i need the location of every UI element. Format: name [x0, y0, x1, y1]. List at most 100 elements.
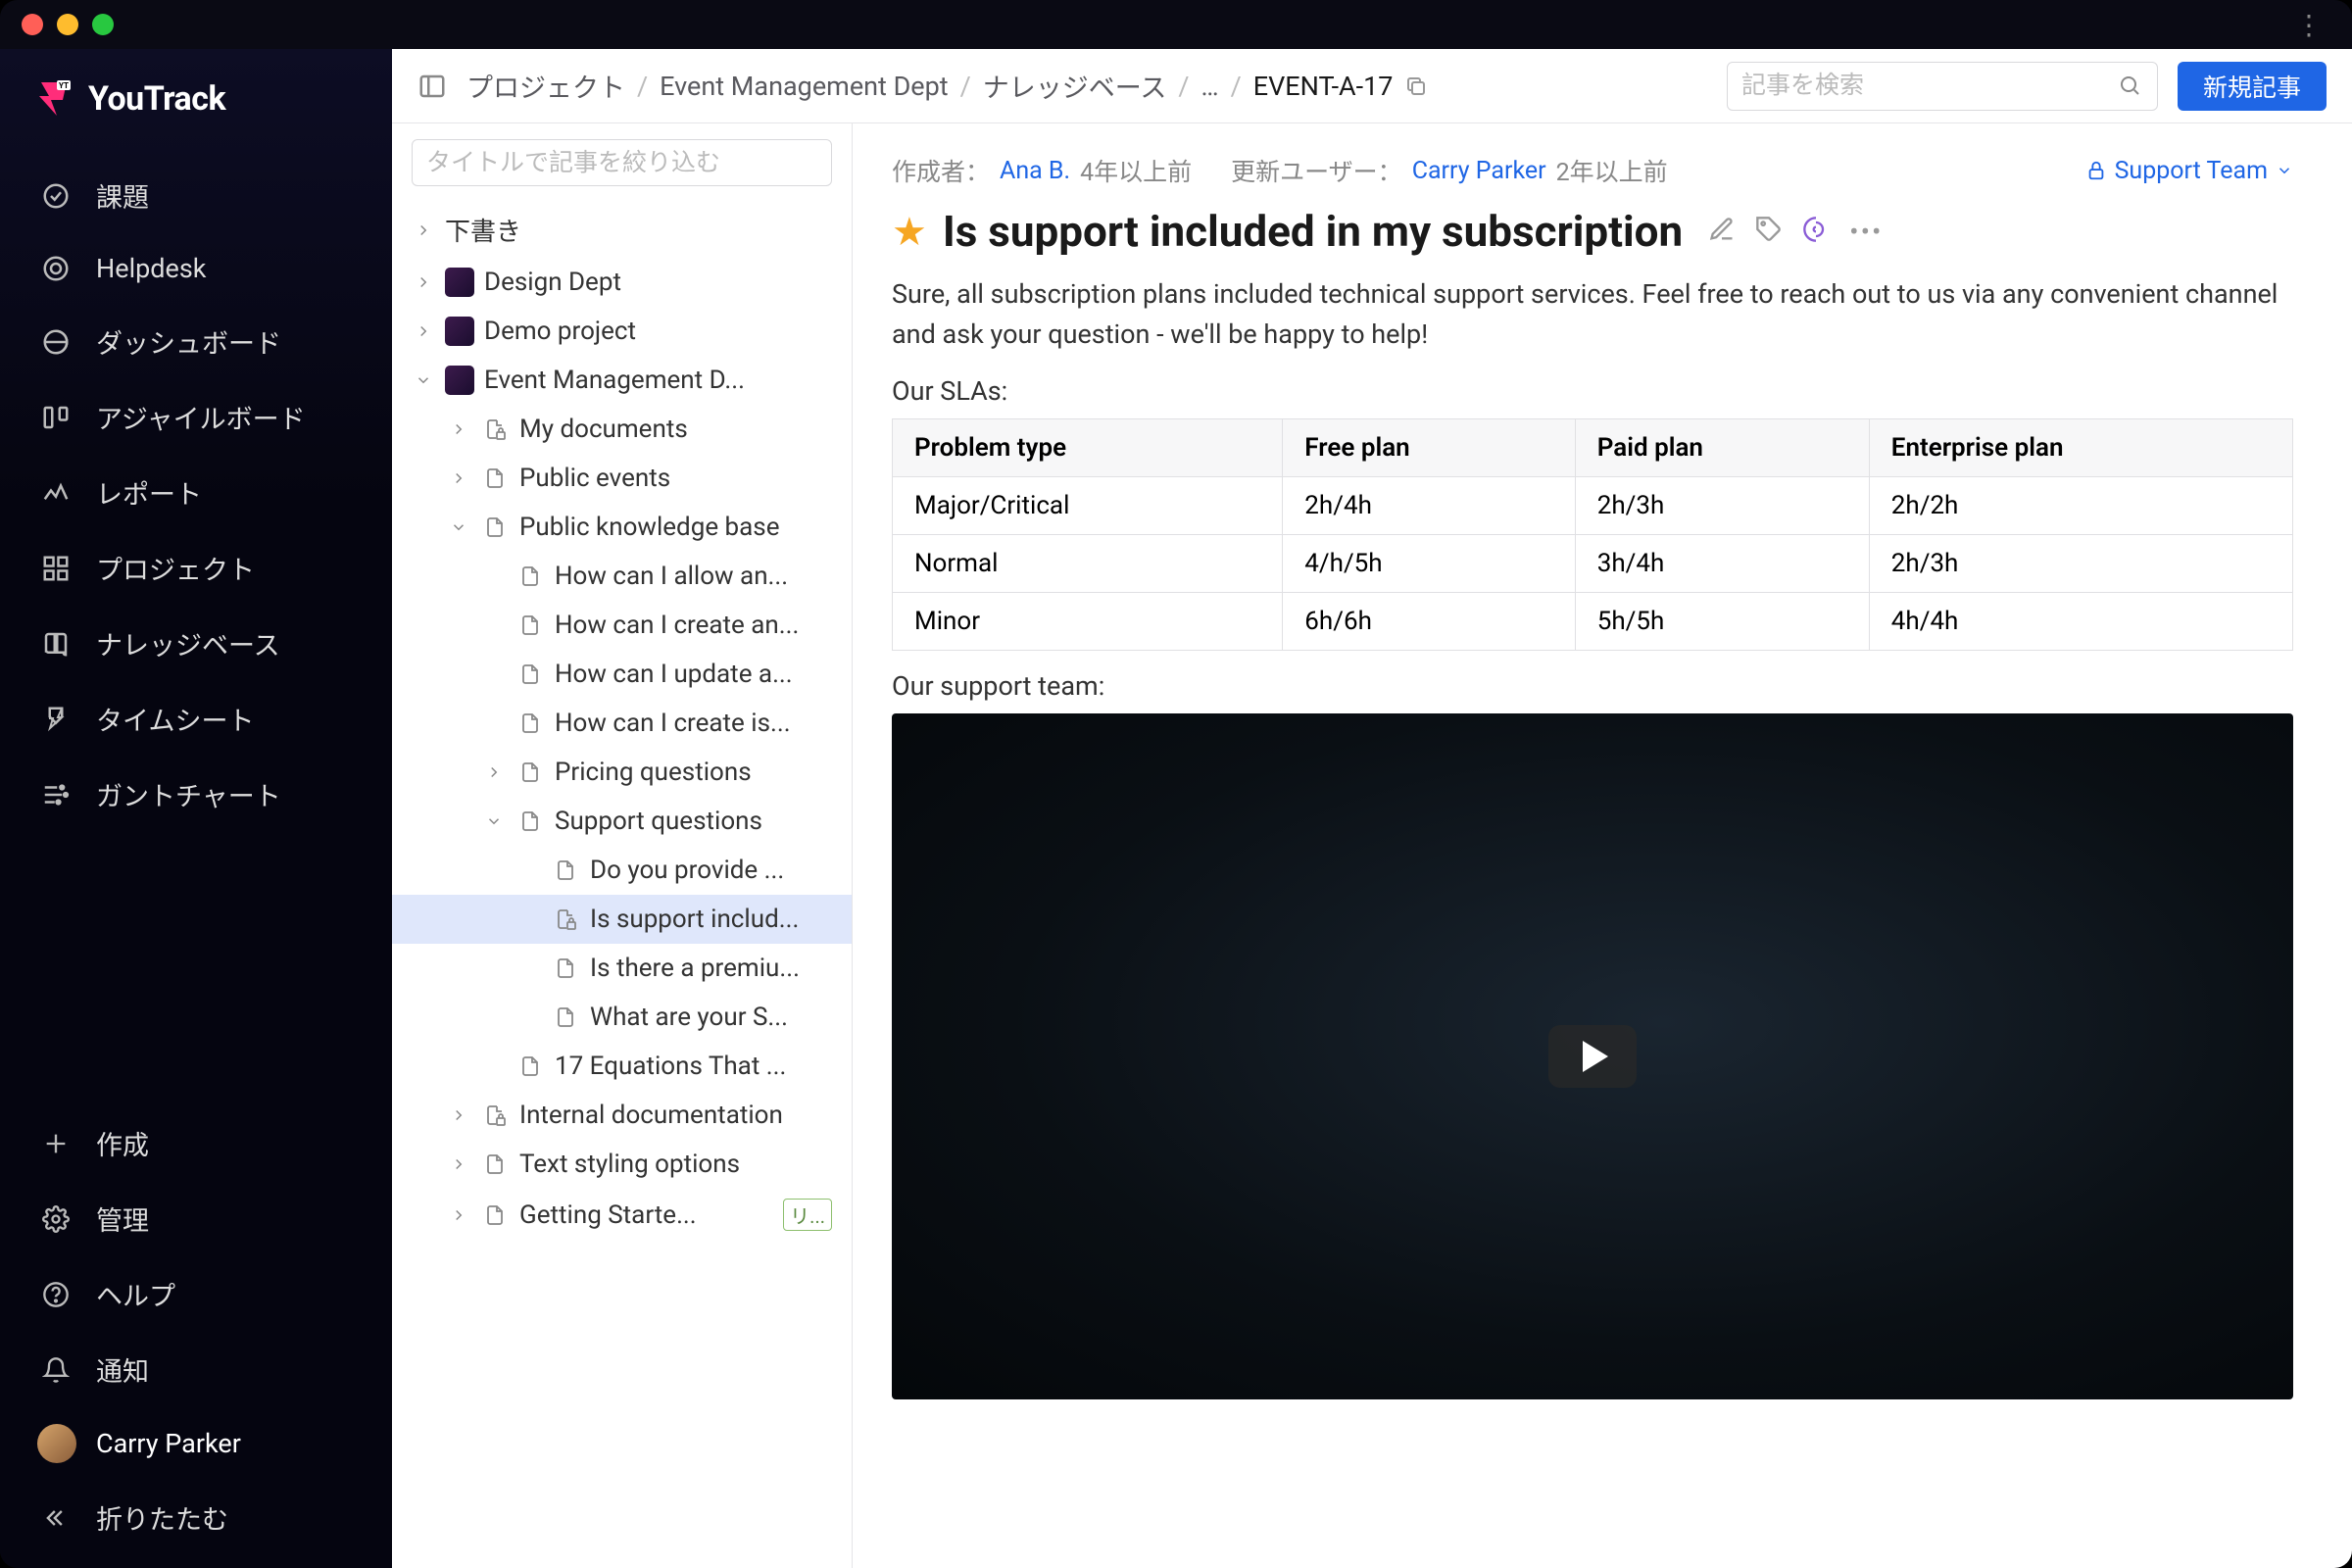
table-row: Minor6h/6h5h/5h4h/4h — [893, 593, 2293, 651]
gear-icon — [39, 1202, 73, 1236]
nav-timesheets[interactable]: タイムシート — [18, 684, 374, 754]
tree-item[interactable]: Public events — [392, 454, 852, 503]
titlebar-more-icon[interactable]: ⋮ — [2287, 9, 2330, 41]
youtrack-logo-icon: YT — [33, 78, 74, 120]
project-icon — [445, 317, 474, 346]
collapse-icon — [39, 1501, 73, 1535]
tree-item[interactable]: Text styling options — [392, 1140, 852, 1189]
document-icon — [515, 807, 545, 836]
tree-item[interactable]: Is support includ... — [392, 895, 852, 944]
breadcrumb-link[interactable]: プロジェクト — [466, 67, 625, 105]
nav-issues-icon — [39, 179, 73, 213]
admin-button[interactable]: 管理 — [18, 1184, 374, 1253]
visibility-dropdown[interactable]: Support Team — [2085, 157, 2293, 185]
search-field[interactable] — [1727, 62, 2158, 111]
breadcrumb-separator: / — [1231, 71, 1242, 102]
play-button[interactable] — [1548, 1025, 1637, 1088]
app-sidebar: YT YouTrack 課題 Helpdeskダッシュボードアジャイルボードレポー… — [0, 49, 392, 1568]
video-player[interactable] — [892, 713, 2293, 1399]
document-icon — [480, 1150, 510, 1179]
nav-dashboards[interactable]: ダッシュボード — [18, 307, 374, 376]
tree-item-badge: リ... — [783, 1199, 832, 1231]
tree-item-label: Design Dept — [484, 268, 621, 297]
tree-item[interactable]: Internal documentation — [392, 1091, 852, 1140]
tree-item[interactable]: How can I update a... — [392, 650, 852, 699]
window-close[interactable] — [22, 14, 43, 35]
nav-gantt[interactable]: ガントチャート — [18, 760, 374, 829]
new-article-button[interactable]: 新規記事 — [2178, 62, 2327, 111]
ai-icon[interactable] — [1802, 216, 1830, 248]
updated-label: 更新ユーザー： — [1231, 153, 1402, 188]
table-cell: 3h/4h — [1575, 535, 1869, 593]
nav-item-label: アジャイルボード — [96, 398, 306, 436]
table-cell: Normal — [893, 535, 1283, 593]
notifications-button[interactable]: 通知 — [18, 1335, 374, 1404]
project-icon — [445, 268, 474, 297]
tree-item-label: Internal documentation — [519, 1101, 783, 1130]
search-input[interactable] — [1741, 72, 2108, 100]
document-icon — [515, 562, 545, 591]
tree-item-label: How can I create is... — [555, 709, 791, 738]
breadcrumb-link[interactable]: … — [1201, 71, 1219, 102]
visibility-label: Support Team — [2115, 157, 2268, 185]
updated-by-link[interactable]: Carry Parker — [1412, 157, 1546, 185]
tree-item[interactable]: Demo project — [392, 307, 852, 356]
help-label: ヘルプ — [96, 1275, 175, 1313]
nav-knowledge-base[interactable]: ナレッジベース — [18, 609, 374, 678]
more-icon[interactable]: ••• — [1849, 216, 1883, 248]
nav-reports[interactable]: レポート — [18, 458, 374, 527]
tree-item[interactable]: Event Management D... — [392, 356, 852, 405]
created-label: 作成者： — [892, 153, 990, 188]
collapse-label: 折りたたむ — [96, 1498, 228, 1537]
breadcrumb-link[interactable]: Event Management Dept — [660, 71, 948, 102]
tree-item-label: How can I update a... — [555, 660, 793, 689]
nav-item-label: 課題 — [96, 176, 149, 215]
notifications-label: 通知 — [96, 1350, 149, 1389]
tree-item-label: How can I create an... — [555, 611, 799, 640]
tree-filter-input[interactable] — [412, 139, 832, 186]
nav-projects[interactable]: プロジェクト — [18, 533, 374, 603]
tree-item-label: How can I allow an... — [555, 562, 788, 591]
tree-item[interactable]: How can I create is... — [392, 699, 852, 748]
user-menu[interactable]: Carry Parker — [18, 1410, 374, 1477]
tree-item-label: Demo project — [484, 317, 636, 346]
tree-item[interactable]: Getting Starte...リ... — [392, 1189, 852, 1241]
document-icon — [480, 464, 510, 493]
copy-icon[interactable] — [1404, 74, 1428, 98]
tree-item-label: Do you provide ... — [590, 856, 784, 885]
help-button[interactable]: ヘルプ — [18, 1259, 374, 1329]
tree-item[interactable]: What are your S... — [392, 993, 852, 1042]
app-logo[interactable]: YT YouTrack — [0, 78, 392, 161]
panel-toggle-icon[interactable] — [417, 72, 447, 101]
tree-item[interactable]: Pricing questions — [392, 748, 852, 797]
window-maximize[interactable] — [92, 14, 114, 35]
app-name: YouTrack — [88, 79, 225, 119]
document-icon — [515, 611, 545, 640]
tree-item[interactable]: 下書き — [392, 202, 852, 258]
nav-helpdesk[interactable]: Helpdesk — [18, 236, 374, 301]
nav-item-label: ガントチャート — [96, 775, 281, 813]
tree-item[interactable]: My documents — [392, 405, 852, 454]
tree-item[interactable]: Design Dept — [392, 258, 852, 307]
star-icon[interactable]: ★ — [892, 209, 927, 255]
nav-issues[interactable]: 課題 — [18, 161, 374, 230]
table-cell: 4h/4h — [1869, 593, 2292, 651]
edit-icon[interactable] — [1708, 216, 1736, 248]
tree-item[interactable]: How can I allow an... — [392, 552, 852, 601]
tag-icon[interactable] — [1755, 216, 1783, 248]
collapse-sidebar[interactable]: 折りたたむ — [18, 1483, 374, 1552]
breadcrumb-link[interactable]: ナレッジベース — [983, 67, 1167, 105]
tree-item[interactable]: How can I create an... — [392, 601, 852, 650]
nav-agile[interactable]: アジャイルボード — [18, 382, 374, 452]
created-by-link[interactable]: Ana B. — [1000, 157, 1070, 185]
titlebar: ⋮ — [0, 0, 2352, 49]
breadcrumb: プロジェクト/Event Management Dept/ナレッジベース/…/E… — [466, 67, 1428, 105]
tree-item[interactable]: Support questions — [392, 797, 852, 846]
tree-item[interactable]: 17 Equations That ... — [392, 1042, 852, 1091]
table-cell: Minor — [893, 593, 1283, 651]
tree-item[interactable]: Is there a premiu... — [392, 944, 852, 993]
create-button[interactable]: 作成 — [18, 1108, 374, 1178]
tree-item[interactable]: Public knowledge base — [392, 503, 852, 552]
window-minimize[interactable] — [57, 14, 78, 35]
tree-item[interactable]: Do you provide ... — [392, 846, 852, 895]
